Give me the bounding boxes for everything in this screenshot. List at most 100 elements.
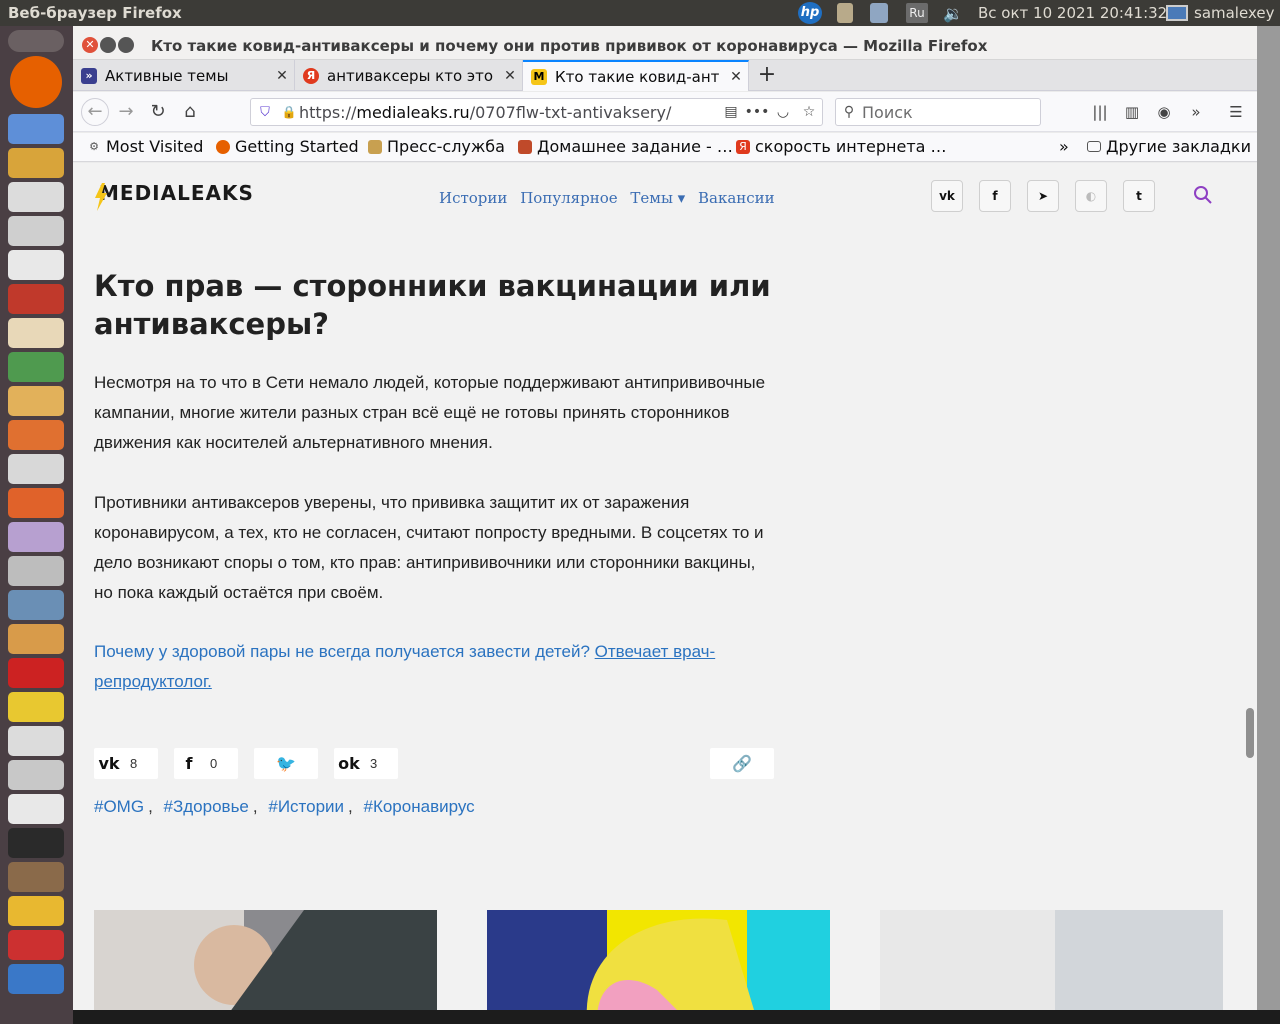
related-card[interactable] bbox=[94, 910, 437, 1010]
nav-vacancies[interactable]: Вакансии bbox=[698, 189, 775, 207]
share-ok-button[interactable]: ok 3 bbox=[334, 748, 398, 779]
tab-close-icon[interactable]: ✕ bbox=[270, 68, 294, 84]
network-icon[interactable] bbox=[866, 2, 892, 24]
firefox-icon[interactable] bbox=[10, 56, 62, 108]
site-logo[interactable]: MEDIALEAKS bbox=[95, 181, 254, 211]
bookmark-internet-speed[interactable]: Яскорость интернета … bbox=[736, 137, 947, 156]
app-launcher-icon[interactable] bbox=[8, 930, 64, 960]
bookmark-star-icon[interactable]: ☆ bbox=[796, 104, 822, 120]
page-actions-icon[interactable]: ••• bbox=[744, 104, 770, 120]
app-launcher-icon[interactable] bbox=[8, 250, 64, 280]
app-launcher-icon[interactable] bbox=[8, 420, 64, 450]
bookmarks-overflow-button[interactable]: » bbox=[1059, 137, 1069, 156]
lock-icon[interactable]: 🔒 bbox=[279, 105, 299, 119]
window-minimize-button[interactable] bbox=[100, 37, 116, 53]
tab-antivaxxers-search[interactable]: Я антиваксеры кто это ✕ bbox=[295, 60, 523, 91]
app-launcher-icon[interactable] bbox=[8, 454, 64, 484]
facebook-icon[interactable]: f bbox=[979, 180, 1011, 212]
app-launcher-icon[interactable] bbox=[8, 182, 64, 212]
window-close-button[interactable]: ✕ bbox=[82, 37, 98, 53]
related-card[interactable] bbox=[880, 910, 1223, 1010]
bookmark-other-bookmarks[interactable]: Другие закладки bbox=[1087, 137, 1251, 156]
user-monitor-icon[interactable] bbox=[1164, 2, 1190, 24]
app-launcher-icon[interactable] bbox=[8, 352, 64, 382]
forward-button[interactable]: → bbox=[113, 100, 139, 124]
bookmark-press-service[interactable]: Пресс-служба bbox=[368, 137, 505, 156]
search-bar[interactable]: ⚲ Поиск bbox=[835, 98, 1041, 126]
home-button[interactable]: ⌂ bbox=[177, 100, 203, 124]
app-launcher-icon[interactable] bbox=[8, 590, 64, 620]
nav-stories[interactable]: Истории bbox=[439, 189, 507, 207]
volume-icon[interactable]: 🔉 bbox=[938, 2, 968, 24]
reload-button[interactable]: ↻ bbox=[145, 100, 171, 124]
tag-link[interactable]: #OMG bbox=[94, 797, 144, 816]
tag-link[interactable]: #Здоровье bbox=[164, 797, 249, 816]
tracking-shield-icon[interactable]: ⛉ bbox=[251, 105, 279, 120]
tab-medialeaks-article[interactable]: M Кто такие ковид-ант ✕ bbox=[523, 60, 749, 91]
hp-icon[interactable]: hp bbox=[796, 2, 824, 24]
keyboard-layout-icon[interactable]: Ru bbox=[904, 2, 930, 24]
telegram-icon[interactable]: ➤ bbox=[1027, 180, 1059, 212]
nav-topics[interactable]: Темы ▾ bbox=[630, 189, 685, 207]
app-launcher-icon[interactable] bbox=[8, 216, 64, 246]
bookmark-most-visited[interactable]: ⚙ Most Visited bbox=[87, 137, 203, 156]
window-maximize-button[interactable] bbox=[118, 37, 134, 53]
app-launcher-icon[interactable] bbox=[8, 726, 64, 756]
twitter-icon: 🐦 bbox=[276, 754, 296, 773]
page-scrollbar[interactable] bbox=[1243, 163, 1257, 1010]
sidebar-icon[interactable]: ▥ bbox=[1119, 100, 1145, 124]
scrollbar-thumb[interactable] bbox=[1246, 708, 1254, 758]
share-facebook-button[interactable]: f 0 bbox=[174, 748, 238, 779]
app-launcher-icon[interactable] bbox=[8, 522, 64, 552]
site-search-icon[interactable] bbox=[1193, 185, 1215, 207]
bookmark-homework[interactable]: Домашнее задание - … bbox=[518, 137, 733, 156]
user-name[interactable]: samalexey bbox=[1194, 4, 1274, 22]
clock[interactable]: Вс окт 10 2021 20:41:32 bbox=[978, 4, 1167, 22]
app-launcher-icon[interactable] bbox=[8, 148, 64, 178]
new-tab-button[interactable]: + bbox=[753, 60, 781, 91]
clipboard-icon[interactable] bbox=[832, 2, 858, 24]
article-paragraph: Противники антиваксеров уверены, что при… bbox=[94, 493, 764, 602]
url-bar[interactable]: ⛉ 🔒 https://medialeaks.ru/0707flw-txt-an… bbox=[250, 98, 823, 126]
share-vk-button[interactable]: vk 8 bbox=[94, 748, 158, 779]
app-launcher-icon[interactable] bbox=[8, 318, 64, 348]
overflow-menu-icon[interactable]: » bbox=[1183, 100, 1209, 124]
nav-popular[interactable]: Популярное bbox=[520, 189, 617, 207]
tab-close-icon[interactable]: ✕ bbox=[498, 68, 522, 84]
app-launcher-icon[interactable] bbox=[8, 284, 64, 314]
app-launcher-icon[interactable] bbox=[8, 862, 64, 892]
related-card[interactable] bbox=[487, 910, 830, 1010]
app-launcher-icon[interactable] bbox=[8, 114, 64, 144]
app-launcher-icon[interactable] bbox=[8, 692, 64, 722]
app-launcher-icon[interactable] bbox=[8, 658, 64, 688]
app-launcher-icon[interactable] bbox=[8, 624, 64, 654]
twitter-icon[interactable]: t bbox=[1123, 180, 1155, 212]
tab-close-icon[interactable]: ✕ bbox=[724, 69, 748, 85]
firefox-icon bbox=[216, 139, 230, 154]
url-text[interactable]: https://medialeaks.ru/0707flw-txt-antiva… bbox=[299, 103, 718, 122]
tag-link[interactable]: #Коронавирус bbox=[364, 797, 475, 816]
bookmark-getting-started[interactable]: Getting Started bbox=[216, 137, 359, 156]
zen-icon[interactable]: ◐ bbox=[1075, 180, 1107, 212]
promo-text[interactable]: Почему у здоровой пары не всегда получае… bbox=[94, 642, 590, 661]
library-icon[interactable]: ||| bbox=[1087, 100, 1113, 124]
pocket-icon[interactable]: ◡ bbox=[770, 104, 796, 120]
app-launcher-icon[interactable] bbox=[8, 386, 64, 416]
tab-active-topics[interactable]: » Активные темы ✕ bbox=[73, 60, 295, 91]
reader-view-icon[interactable]: ▤ bbox=[718, 104, 744, 120]
back-button[interactable]: ← bbox=[81, 98, 109, 126]
app-launcher-icon[interactable] bbox=[8, 794, 64, 824]
tag-link[interactable]: #Истории bbox=[268, 797, 344, 816]
dash-icon[interactable] bbox=[8, 30, 64, 52]
app-launcher-icon[interactable] bbox=[8, 896, 64, 926]
app-launcher-icon[interactable] bbox=[8, 556, 64, 586]
app-launcher-icon[interactable] bbox=[8, 488, 64, 518]
app-launcher-icon[interactable] bbox=[8, 828, 64, 858]
app-launcher-icon[interactable] bbox=[8, 760, 64, 790]
account-icon[interactable]: ◉ bbox=[1151, 100, 1177, 124]
vk-icon[interactable]: vk bbox=[931, 180, 963, 212]
app-launcher-icon[interactable] bbox=[8, 964, 64, 994]
hamburger-menu-icon[interactable]: ☰ bbox=[1223, 100, 1249, 124]
copy-link-button[interactable]: 🔗 bbox=[710, 748, 774, 779]
share-twitter-button[interactable]: 🐦 bbox=[254, 748, 318, 779]
